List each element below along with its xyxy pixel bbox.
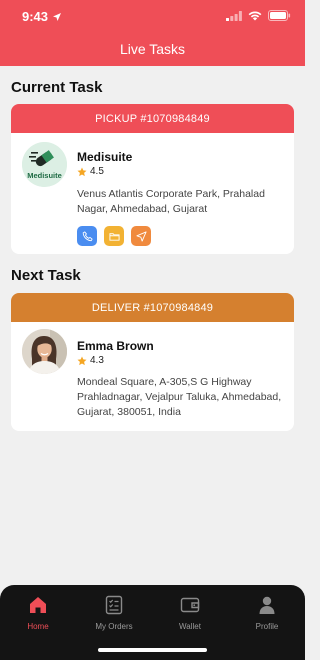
- page-title: Live Tasks: [119, 41, 186, 57]
- deliver-header: DELIVER #1070984849: [11, 293, 294, 322]
- star-icon: [77, 167, 87, 176]
- merchant-rating: 4.5: [77, 166, 104, 177]
- tab-profile[interactable]: Profile: [229, 595, 305, 631]
- wallet-icon: [180, 597, 200, 613]
- status-icons: [226, 10, 291, 21]
- customer-avatar: [22, 329, 67, 374]
- signal-icon: [226, 10, 242, 21]
- tab-label: Home: [27, 622, 49, 631]
- battery-icon: [268, 10, 291, 21]
- next-task-heading: Next Task: [11, 267, 81, 284]
- navigate-icon: [135, 230, 147, 242]
- status-bar: 9:43: [0, 0, 305, 32]
- current-task-card[interactable]: PICKUP #1070984849 Medisuite Medisuite 4…: [11, 104, 294, 254]
- tab-label: Wallet: [179, 622, 201, 631]
- call-button[interactable]: [77, 226, 97, 246]
- customer-name: Emma Brown: [77, 339, 154, 353]
- tab-home[interactable]: Home: [0, 595, 76, 631]
- time-text: 9:43: [22, 9, 49, 24]
- wifi-icon: [248, 11, 262, 20]
- documents-button[interactable]: [104, 226, 124, 246]
- tab-my-orders[interactable]: My Orders: [76, 595, 152, 631]
- navigate-button[interactable]: [131, 226, 151, 246]
- merchant-name: Medisuite: [77, 150, 133, 164]
- home-icon: [30, 597, 46, 613]
- orders-icon: [105, 595, 123, 615]
- logo-text: Medisuite: [27, 171, 62, 180]
- location-arrow-icon: [53, 12, 62, 21]
- pickup-header: PICKUP #1070984849: [11, 104, 294, 133]
- current-task-heading: Current Task: [11, 79, 103, 96]
- phone-icon: [82, 230, 93, 241]
- rating-value: 4.5: [90, 166, 104, 177]
- tab-label: My Orders: [95, 622, 133, 631]
- tab-label: Profile: [255, 622, 279, 631]
- customer-photo: [22, 329, 67, 374]
- home-indicator: [98, 648, 207, 652]
- medisuite-logo-icon: Medisuite: [22, 142, 67, 187]
- status-time: 9:43: [22, 9, 62, 24]
- app-header: 9:43 Live Tasks: [0, 0, 305, 66]
- star-icon: [77, 356, 87, 365]
- profile-icon: [259, 596, 275, 614]
- pickup-address: Venus Atlantis Corporate Park, Prahalad …: [77, 188, 265, 215]
- merchant-logo: Medisuite: [22, 142, 67, 187]
- folder-icon: [108, 232, 120, 241]
- customer-rating: 4.3: [77, 355, 104, 366]
- next-task-card[interactable]: DELIVER #1070984849 Emma Brown 4.3 Monde…: [11, 293, 294, 431]
- task-actions: [77, 226, 151, 246]
- rating-value: 4.3: [90, 355, 104, 366]
- delivery-address: Mondeal Square, A-305,S G Highway Prahla…: [77, 376, 282, 418]
- tab-wallet[interactable]: Wallet: [152, 595, 228, 631]
